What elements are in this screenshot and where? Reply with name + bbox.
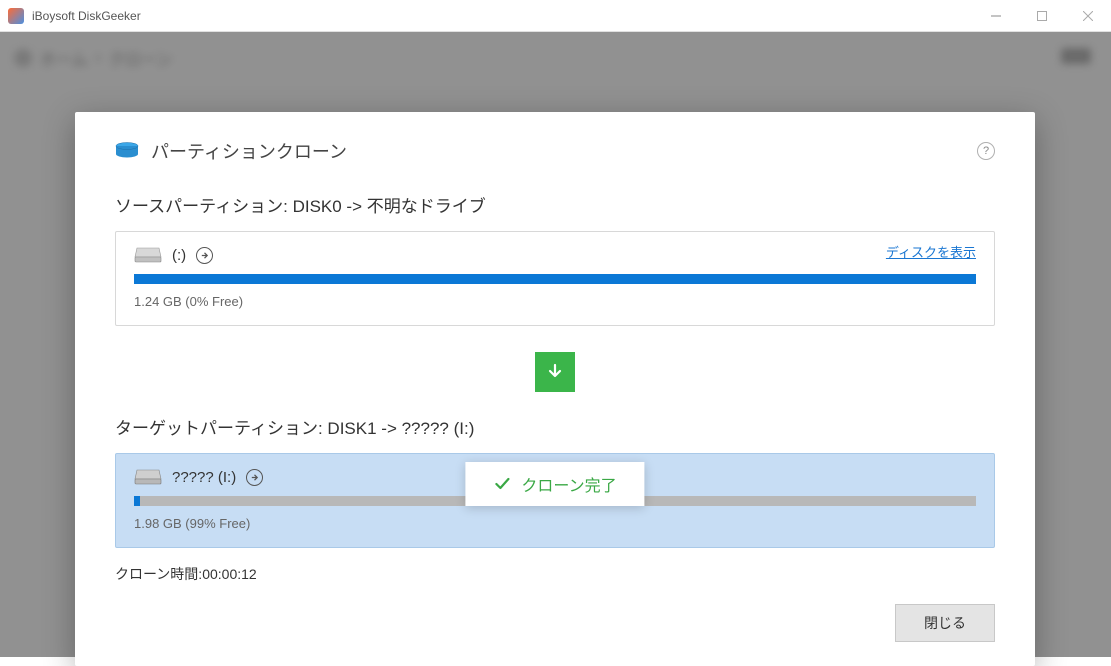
arrow-down-icon <box>535 352 575 392</box>
arrow-right-icon[interactable] <box>196 247 213 264</box>
target-label: ターゲットパーティション: DISK1 -> ????? (I:) <box>115 414 995 439</box>
toast-text: クローン完了 <box>521 472 616 496</box>
close-button[interactable]: 閉じる <box>895 604 995 642</box>
source-drive-name: (:) <box>172 247 186 264</box>
breadcrumb-home: ホーム <box>40 46 88 70</box>
breadcrumb: ホーム › クローン <box>14 46 172 70</box>
target-size-text: 1.98 GB (99% Free) <box>134 516 976 531</box>
breadcrumb-sep: › <box>96 49 101 67</box>
source-usage-bar <box>134 274 976 284</box>
show-disk-link[interactable]: ディスクを表示 <box>886 242 976 261</box>
source-partition-box: ディスクを表示 (:) 1.24 GB (0% Free) <box>115 231 995 326</box>
minimize-button[interactable] <box>973 0 1019 32</box>
help-button[interactable]: ? <box>977 142 995 160</box>
drive-icon <box>134 246 162 264</box>
source-label: ソースパーティション: DISK0 -> 不明なドライブ <box>115 192 995 217</box>
drive-icon <box>134 468 162 486</box>
home-icon <box>14 49 32 67</box>
background-overlay: ホーム › クローン パーティションクローン ? ソースパーティション: DIS… <box>0 32 1111 657</box>
target-drive-name: ????? (I:) <box>172 469 236 486</box>
breadcrumb-current: クローン <box>109 46 172 70</box>
app-icon <box>8 8 24 24</box>
source-size-text: 1.24 GB (0% Free) <box>134 294 976 309</box>
clone-time: クローン時間:00:00:12 <box>115 564 995 584</box>
app-title: iBoysoft DiskGeeker <box>32 9 973 23</box>
arrow-right-icon[interactable] <box>246 469 263 486</box>
check-icon <box>493 475 511 493</box>
menu-icon <box>1061 48 1091 64</box>
window-titlebar: iBoysoft DiskGeeker <box>0 0 1111 32</box>
dialog-title: パーティションクローン <box>151 138 977 164</box>
clone-complete-toast: クローン完了 <box>465 462 644 506</box>
disk-icon <box>115 142 139 160</box>
partition-clone-dialog: パーティションクローン ? ソースパーティション: DISK0 -> 不明なドラ… <box>75 112 1035 666</box>
close-window-button[interactable] <box>1065 0 1111 32</box>
maximize-button[interactable] <box>1019 0 1065 32</box>
